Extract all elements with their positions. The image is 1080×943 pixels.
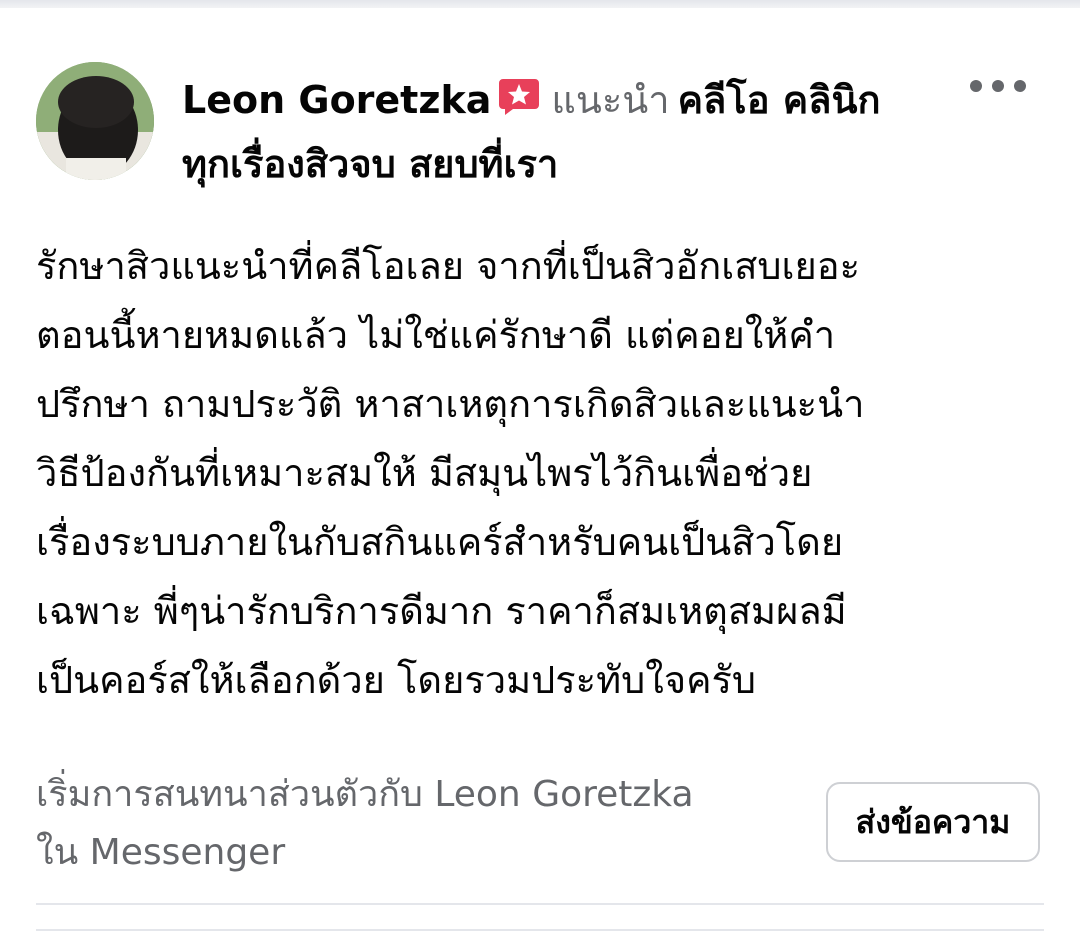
divider (36, 929, 1044, 931)
post-title-line: Leon Goretzka แนะนำ คลีโอ คลินิก ทุกเรื่อ… (182, 68, 882, 196)
top-separator (0, 0, 1080, 8)
send-message-button[interactable]: ส่งข้อความ (826, 782, 1040, 862)
recommends-star-badge-icon (497, 77, 541, 117)
author-avatar[interactable] (36, 62, 154, 180)
more-horizontal-icon (970, 80, 982, 92)
avatar-photo (36, 62, 154, 180)
author-name[interactable]: Leon Goretzka (182, 78, 491, 122)
divider (36, 903, 1044, 905)
messenger-prompt-line-2: ใน Messenger (36, 832, 286, 873)
post-header: Leon Goretzka แนะนำ คลีโอ คลินิก ทุกเรื่อ… (36, 60, 1046, 200)
messenger-prompt-line-1: เริ่มการสนทนาส่วนตัวกับ Leon Goretzka (36, 774, 694, 815)
post-text: รักษาสิวแนะนำที่คลีโอเลย จากที่เป็นสิวอั… (36, 244, 865, 702)
more-horizontal-icon-dot (992, 80, 1004, 92)
recommends-label: แนะนำ (551, 78, 670, 122)
more-horizontal-icon-dot (1014, 80, 1026, 92)
more-options-button[interactable] (970, 74, 1026, 98)
messenger-prompt: เริ่มการสนทนาส่วนตัวกับ Leon Goretzka ใน… (36, 766, 776, 882)
